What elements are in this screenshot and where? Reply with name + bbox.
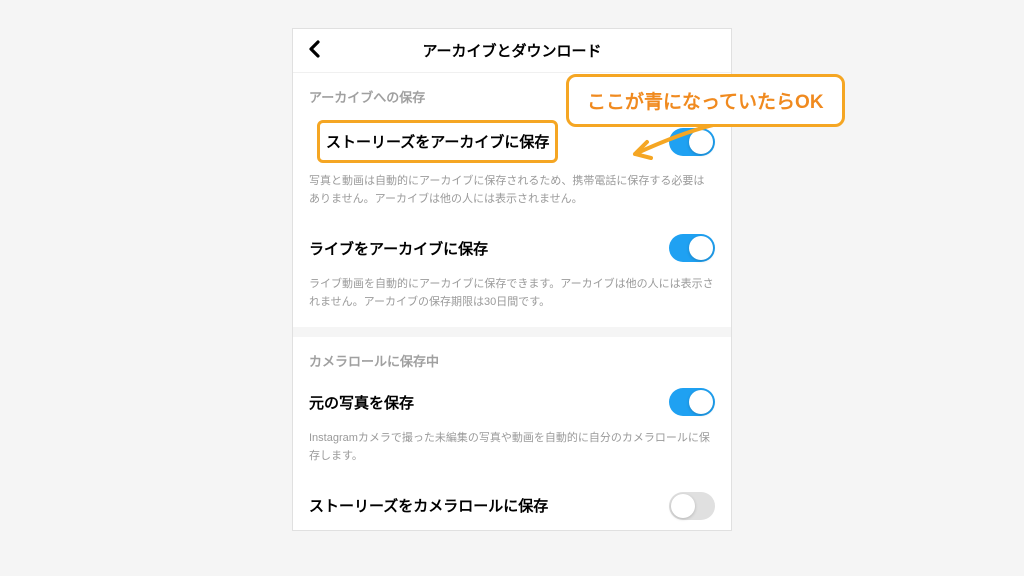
toggle-knob bbox=[671, 494, 695, 518]
row-stories-camera-roll: ストーリーズをカメラロールに保存 bbox=[293, 482, 731, 530]
desc-live-archive: ライブ動画を自動的にアーカイブに保存できます。アーカイブは他の人には表示されませ… bbox=[293, 272, 731, 327]
page-title: アーカイブとダウンロード bbox=[422, 40, 601, 61]
header: アーカイブとダウンロード bbox=[293, 29, 731, 73]
desc-stories-archive: 写真と動画は自動的にアーカイブに保存されるため、携帯電話に保存する必要はありませ… bbox=[293, 169, 731, 224]
row-original-photos: 元の写真を保存 bbox=[293, 378, 731, 426]
section-divider bbox=[293, 327, 731, 337]
toggle-knob bbox=[689, 236, 713, 260]
label-stories-camera-roll: ストーリーズをカメラロールに保存 bbox=[309, 495, 548, 516]
label-live-archive: ライブをアーカイブに保存 bbox=[309, 238, 488, 259]
toggle-original-photos[interactable] bbox=[669, 388, 715, 416]
row-live-archive: ライブをアーカイブに保存 bbox=[293, 224, 731, 272]
callout-text: ここが青になっていたらOK bbox=[587, 92, 824, 113]
toggle-stories-camera-roll[interactable] bbox=[669, 492, 715, 520]
highlight-box: ストーリーズをアーカイブに保存 bbox=[317, 120, 558, 163]
toggle-live-archive[interactable] bbox=[669, 234, 715, 262]
section-camera-roll: カメラロールに保存中 元の写真を保存 Instagramカメラで撮った未編集の写… bbox=[293, 337, 731, 529]
desc-original-photos: Instagramカメラで撮った未編集の写真や動画を自動的に自分のカメラロールに… bbox=[293, 426, 731, 481]
toggle-knob bbox=[689, 390, 713, 414]
back-icon[interactable] bbox=[307, 40, 321, 62]
label-stories-archive: ストーリーズをアーカイブに保存 bbox=[326, 134, 549, 151]
annotation-callout: ここが青になっていたらOK bbox=[566, 74, 845, 127]
label-original-photos: 元の写真を保存 bbox=[309, 392, 414, 413]
section-header-camera-roll: カメラロールに保存中 bbox=[293, 337, 731, 378]
